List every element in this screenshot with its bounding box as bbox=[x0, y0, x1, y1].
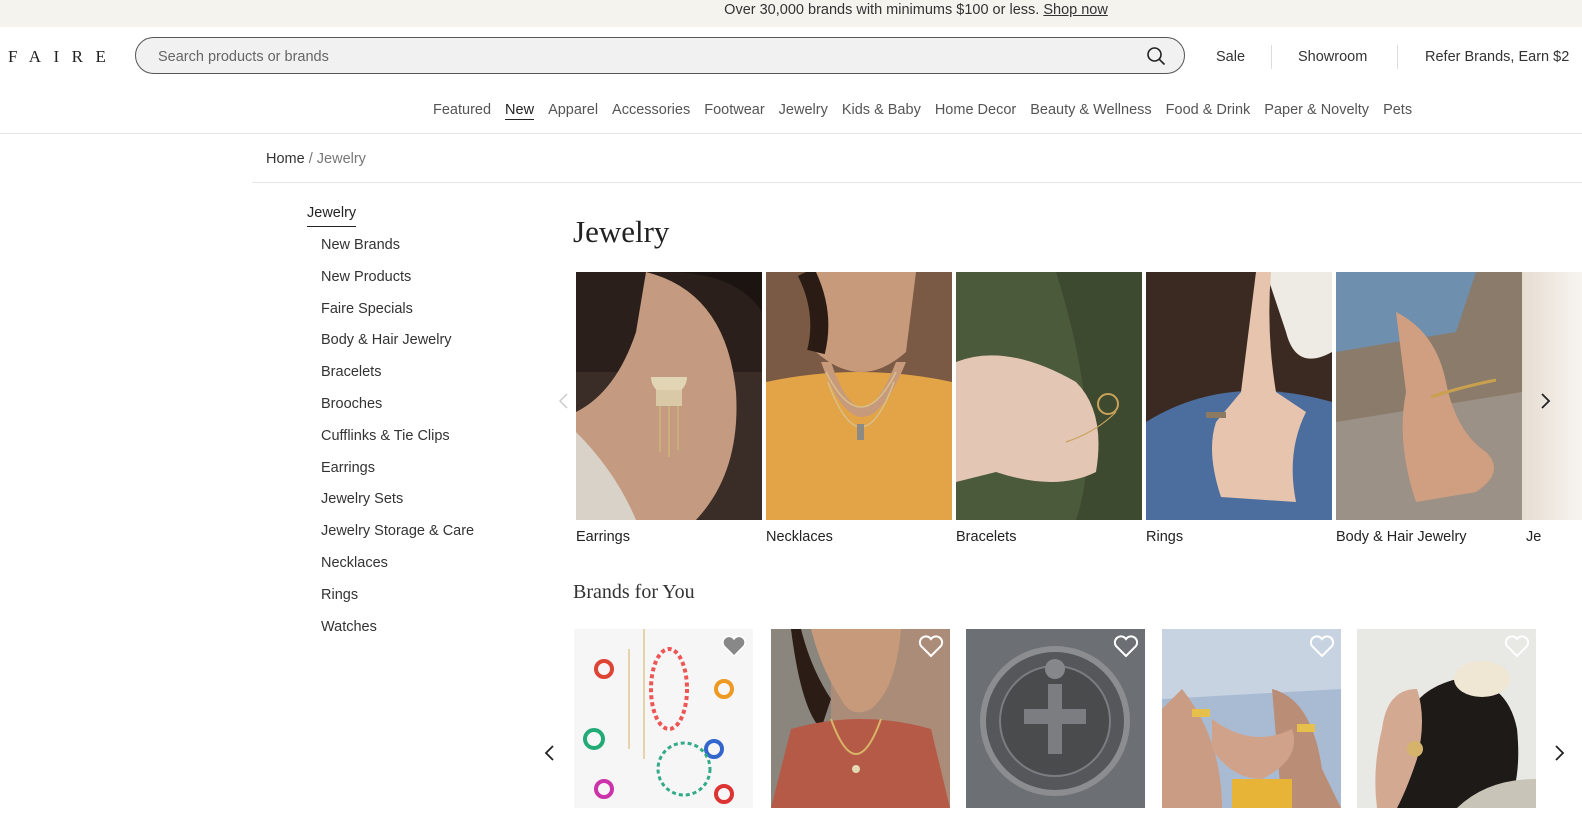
sidebar-item-brooches[interactable]: Brooches bbox=[321, 396, 474, 428]
nav-featured[interactable]: Featured bbox=[433, 101, 491, 119]
sidebar-item-new-brands[interactable]: New Brands bbox=[321, 237, 474, 269]
promo-text: Over 30,000 brands with minimums $100 or… bbox=[724, 2, 1040, 18]
sidebar-item-storage-care[interactable]: Jewelry Storage & Care bbox=[321, 523, 474, 555]
tile-label-bracelets[interactable]: Bracelets bbox=[956, 529, 1016, 546]
sidebar-item-cufflinks[interactable]: Cufflinks & Tie Clips bbox=[321, 428, 474, 460]
chevron-right-icon[interactable] bbox=[1538, 392, 1552, 410]
sidebar-item-bracelets[interactable]: Bracelets bbox=[321, 364, 474, 396]
heart-icon[interactable] bbox=[1504, 635, 1530, 659]
faire-logo[interactable]: FAIRE bbox=[8, 47, 118, 67]
next-tile-image[interactable] bbox=[1522, 272, 1582, 520]
tile-label-body-hair-jewelry[interactable]: Body & Hair Jewelry bbox=[1336, 529, 1467, 546]
breadcrumb-current: Jewelry bbox=[316, 151, 366, 167]
heart-icon[interactable] bbox=[918, 635, 944, 659]
chevron-left-icon[interactable] bbox=[557, 392, 571, 410]
showroom-link[interactable]: Showroom bbox=[1298, 48, 1367, 66]
heart-icon[interactable] bbox=[721, 635, 747, 659]
tile-label-earrings[interactable]: Earrings bbox=[576, 529, 630, 546]
sale-link[interactable]: Sale bbox=[1216, 48, 1245, 66]
sidebar-item-new-products[interactable]: New Products bbox=[321, 269, 474, 301]
refer-brands-link[interactable]: Refer Brands, Earn $2 bbox=[1425, 48, 1569, 66]
brands-section-title: Brands for You bbox=[573, 581, 695, 603]
shop-now-link[interactable]: Shop now bbox=[1043, 2, 1108, 18]
sidebar-title[interactable]: Jewelry bbox=[307, 205, 357, 227]
nav-paper-novelty[interactable]: Paper & Novelty bbox=[1264, 101, 1369, 119]
necklaces-tile-image[interactable] bbox=[766, 272, 952, 520]
page-title: Jewelry bbox=[573, 214, 670, 249]
sidebar-item-earrings[interactable]: Earrings bbox=[321, 460, 474, 492]
sidebar-list: New Brands New Products Faire Specials B… bbox=[321, 237, 474, 650]
brand-tile-coin-pendant[interactable] bbox=[966, 629, 1145, 808]
earrings-tile-image[interactable] bbox=[576, 272, 762, 520]
nav-pets[interactable]: Pets bbox=[1383, 101, 1412, 119]
nav-apparel[interactable]: Apparel bbox=[548, 101, 598, 119]
nav-jewelry[interactable]: Jewelry bbox=[779, 101, 828, 119]
breadcrumb-separator: / bbox=[304, 151, 317, 167]
promo-banner: Over 30,000 brands with minimums $100 or… bbox=[0, 0, 1582, 27]
nav-beauty-wellness[interactable]: Beauty & Wellness bbox=[1030, 101, 1151, 119]
sidebar-item-necklaces[interactable]: Necklaces bbox=[321, 555, 474, 587]
nav-home-decor[interactable]: Home Decor bbox=[935, 101, 1016, 119]
heart-icon[interactable] bbox=[1113, 635, 1139, 659]
brand-tile-layered-necklaces[interactable] bbox=[771, 629, 950, 808]
nav-food-drink[interactable]: Food & Drink bbox=[1166, 101, 1251, 119]
tile-label-partial[interactable]: Je bbox=[1526, 529, 1546, 546]
sidebar-item-watches[interactable]: Watches bbox=[321, 619, 474, 651]
brand-tile-beaded-hoops[interactable] bbox=[574, 629, 753, 808]
breadcrumb: Home / Jewelry bbox=[266, 150, 366, 168]
divider bbox=[0, 133, 1582, 134]
chevron-right-icon[interactable] bbox=[1552, 744, 1566, 762]
brand-tile-hair-claw[interactable] bbox=[1357, 629, 1536, 808]
divider bbox=[252, 182, 1582, 183]
category-nav: Featured New Apparel Accessories Footwear Jew… bbox=[433, 101, 1426, 120]
nav-footwear[interactable]: Footwear bbox=[704, 101, 764, 119]
tile-label-rings[interactable]: Rings bbox=[1146, 529, 1183, 546]
nav-accessories[interactable]: Accessories bbox=[612, 101, 690, 119]
tile-label-necklaces[interactable]: Necklaces bbox=[766, 529, 833, 546]
sidebar-item-faire-specials[interactable]: Faire Specials bbox=[321, 301, 474, 333]
breadcrumb-home[interactable]: Home bbox=[266, 151, 305, 167]
brand-tile-gold-bracelets[interactable] bbox=[1162, 629, 1341, 808]
heart-icon[interactable] bbox=[1309, 635, 1335, 659]
sidebar-item-jewelry-sets[interactable]: Jewelry Sets bbox=[321, 491, 474, 523]
bracelets-tile-image[interactable] bbox=[956, 272, 1142, 520]
rings-tile-image[interactable] bbox=[1146, 272, 1332, 520]
divider bbox=[1271, 45, 1272, 69]
sidebar-item-body-hair-jewelry[interactable]: Body & Hair Jewelry bbox=[321, 332, 474, 364]
chevron-left-icon[interactable] bbox=[543, 744, 557, 762]
body-hair-jewelry-tile-image[interactable] bbox=[1336, 272, 1522, 520]
search-input[interactable] bbox=[156, 38, 1120, 75]
nav-new[interactable]: New bbox=[505, 101, 535, 120]
nav-kids-baby[interactable]: Kids & Baby bbox=[842, 101, 921, 119]
search-icon[interactable] bbox=[1146, 46, 1166, 66]
divider bbox=[1397, 45, 1398, 69]
search-bar[interactable] bbox=[135, 37, 1185, 75]
sidebar-item-rings[interactable]: Rings bbox=[321, 587, 474, 619]
